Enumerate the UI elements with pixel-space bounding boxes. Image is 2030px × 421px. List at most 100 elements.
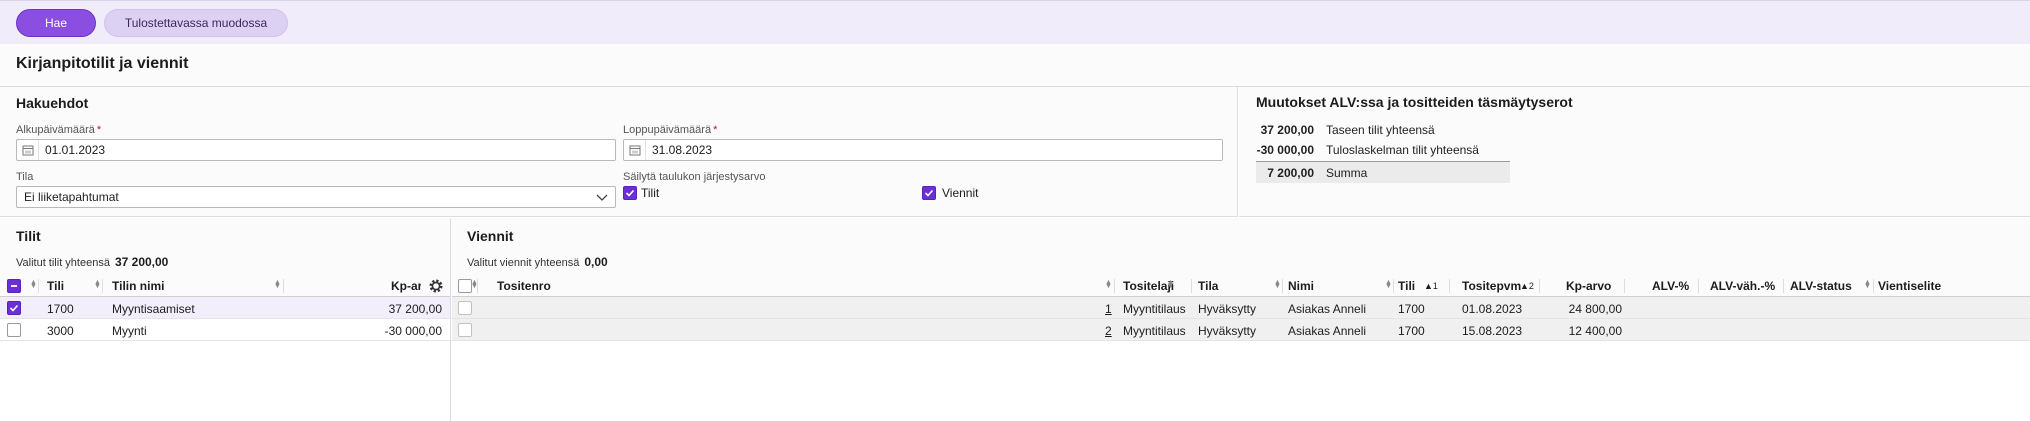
status-cell: Hyväksytty [1198,324,1257,338]
voucher-number-link[interactable]: 2 [1105,324,1112,338]
column-divider[interactable] [1539,279,1540,293]
sort-icon[interactable]: ▲ ▼ [274,279,281,290]
voucher-number-link[interactable]: 1 [1105,302,1112,316]
printable-view-button[interactable]: Tulostettavassa muodossa [104,9,288,37]
name-cell: Asiakas Anneli [1288,324,1367,338]
column-divider[interactable] [1393,279,1394,293]
accounts-selected-total: Valitut tilit yhteensä 37 200,00 [16,255,169,269]
calendar-icon[interactable] [17,140,39,160]
checkmark-icon [924,189,934,197]
column-header-account[interactable]: Tili [47,279,64,293]
summary-label: Taseen tilit yhteensä [1326,123,1435,137]
entries-grid-header: ▲ ▼ Tositenro ▲ ▼ Tositelaji ▲ ▼ Tila ▲ ▼ Ni… [452,275,2030,297]
end-date-field[interactable]: 31.08.2023 [623,139,1223,161]
column-divider[interactable] [38,279,39,293]
status-select-value: Ei liiketapahtumat [24,190,119,204]
balance-cell: -30 000,00 [384,324,442,338]
sort-icon[interactable]: ▲ ▼ [1864,279,1871,290]
column-divider[interactable] [1698,279,1699,293]
sort-icon[interactable]: ▲ ▼ [30,279,37,290]
column-divider[interactable] [1114,279,1115,293]
toolbar: Hae Tulostettavassa muodossa [0,0,2030,44]
search-button[interactable]: Hae [16,9,96,37]
column-header-account-name[interactable]: Tilin nimi [112,279,164,293]
column-header-voucher-date[interactable]: Tositepvm [1462,279,1521,293]
account-name-cell: Myynti [112,324,147,338]
column-divider[interactable] [102,279,103,293]
keep-sort-label: Säilytä taulukon järjestysarvo [623,171,766,183]
balance-cell: 37 200,00 [388,302,442,316]
row-checkbox[interactable] [7,301,21,315]
checkmark-icon [625,189,635,197]
table-row[interactable]: 1700 Myyntisaamiset 37 200,00 [0,297,450,319]
sort-icon[interactable]: ▲ ▼ [1385,279,1392,290]
sort-icon[interactable]: ▲ ▼ [1167,279,1174,290]
column-divider[interactable] [477,279,478,293]
sort-icon[interactable]: ▲ ▼ [1274,279,1281,290]
table-row[interactable]: 3000 Myynti -30 000,00 [0,319,450,341]
accounts-title: Tilit [16,228,41,244]
row-checkbox[interactable] [458,301,472,315]
row-checkbox[interactable] [458,323,472,337]
accounts-panel-header: Tilit Valitut tilit yhteensä 37 200,00 [0,218,450,275]
column-header-account[interactable]: Tili [1398,279,1415,293]
account-cell: 3000 [47,324,74,338]
start-date-value: 01.01.2023 [45,143,106,157]
gear-icon[interactable] [428,278,444,294]
column-header-value[interactable]: Kp-arvo [1566,279,1611,293]
column-divider[interactable] [1449,279,1450,293]
column-divider[interactable] [283,279,284,293]
column-divider[interactable] [1873,279,1874,293]
column-divider[interactable] [1191,279,1192,293]
entries-panel-header: Viennit Valitut viennit yhteensä 0,00 [452,218,2030,275]
table-row[interactable]: 2 Myyntitilaus Hyväksytty Asiakas Anneli… [452,319,2030,341]
end-date-label: Loppupäivämäärä * [623,124,718,136]
end-date-value: 31.08.2023 [652,143,713,157]
page-header: Kirjanpitotilit ja viennit [0,44,2030,87]
column-header-balance[interactable]: Kp-ar [391,279,421,293]
account-cell: 1700 [1398,302,1425,316]
table-row[interactable]: 1 Myyntitilaus Hyväksytty Asiakas Anneli… [452,297,2030,319]
name-cell: Asiakas Anneli [1288,302,1367,316]
summary-row: 37 200,00 Taseen tilit yhteensä [1256,119,1510,141]
keep-sort-accounts-checkbox[interactable] [623,186,637,200]
column-divider[interactable] [1624,279,1625,293]
column-header-status[interactable]: Tila [1198,279,1218,293]
column-header-description[interactable]: Vientiselite [1878,279,1941,293]
account-name-cell: Myyntisaamiset [112,302,195,316]
start-date-label: Alkupäivämäärä * [16,124,102,136]
keep-sort-entries-checkbox[interactable] [922,186,936,200]
select-all-checkbox[interactable] [7,279,21,293]
summary-title: Muutokset ALV:ssa ja tositteiden täsmäyt… [1256,94,1573,110]
sort-order-indicator: ▲2 [1520,281,1534,291]
column-divider[interactable] [1783,279,1784,293]
accounts-panel: Tilit Valitut tilit yhteensä 37 200,00 ▲ ▼… [0,218,451,421]
summary-row: -30 000,00 Tuloslaskelman tilit yhteensä [1256,139,1510,161]
search-criteria-title: Hakuehdot [16,95,89,111]
calendar-icon[interactable] [624,140,646,160]
entries-title: Viennit [467,228,514,244]
value-cell: 24 800,00 [1568,302,1622,316]
column-header-vat-percent[interactable]: ALV-% [1652,279,1689,293]
status-label: Tila [16,171,34,183]
accounts-grid-header: ▲ ▼ Tili ▲ ▼ Tilin nimi ▲ ▼ Kp-ar [0,275,450,297]
status-select[interactable]: Ei liiketapahtumat [16,186,616,208]
sort-icon[interactable]: ▲ ▼ [1105,279,1112,290]
start-date-field[interactable]: 01.01.2023 [16,139,616,161]
select-all-checkbox[interactable] [458,279,472,293]
column-divider[interactable] [1282,279,1283,293]
search-criteria-section: Hakuehdot Alkupäivämäärä * 01.01.2023 Lop… [0,87,1238,217]
account-cell: 1700 [1398,324,1425,338]
column-header-voucher-no[interactable]: Tositenro [497,279,551,293]
keep-sort-accounts-label: Tilit [641,186,660,200]
column-header-vat-status[interactable]: ALV-status [1790,279,1852,293]
summary-total-row: 7 200,00 Summa [1256,161,1510,183]
summary-total-amount: 7 200,00 [1267,166,1314,180]
summary-label: Tuloslaskelman tilit yhteensä [1326,143,1479,157]
column-header-name[interactable]: Nimi [1288,279,1314,293]
column-header-vat-deduction-percent[interactable]: ALV-väh.-% [1710,279,1775,293]
page-title: Kirjanpitotilit ja viennit [16,55,189,72]
summary-total-label: Summa [1326,166,1368,180]
sort-icon[interactable]: ▲ ▼ [94,279,101,290]
row-checkbox[interactable] [7,323,21,337]
